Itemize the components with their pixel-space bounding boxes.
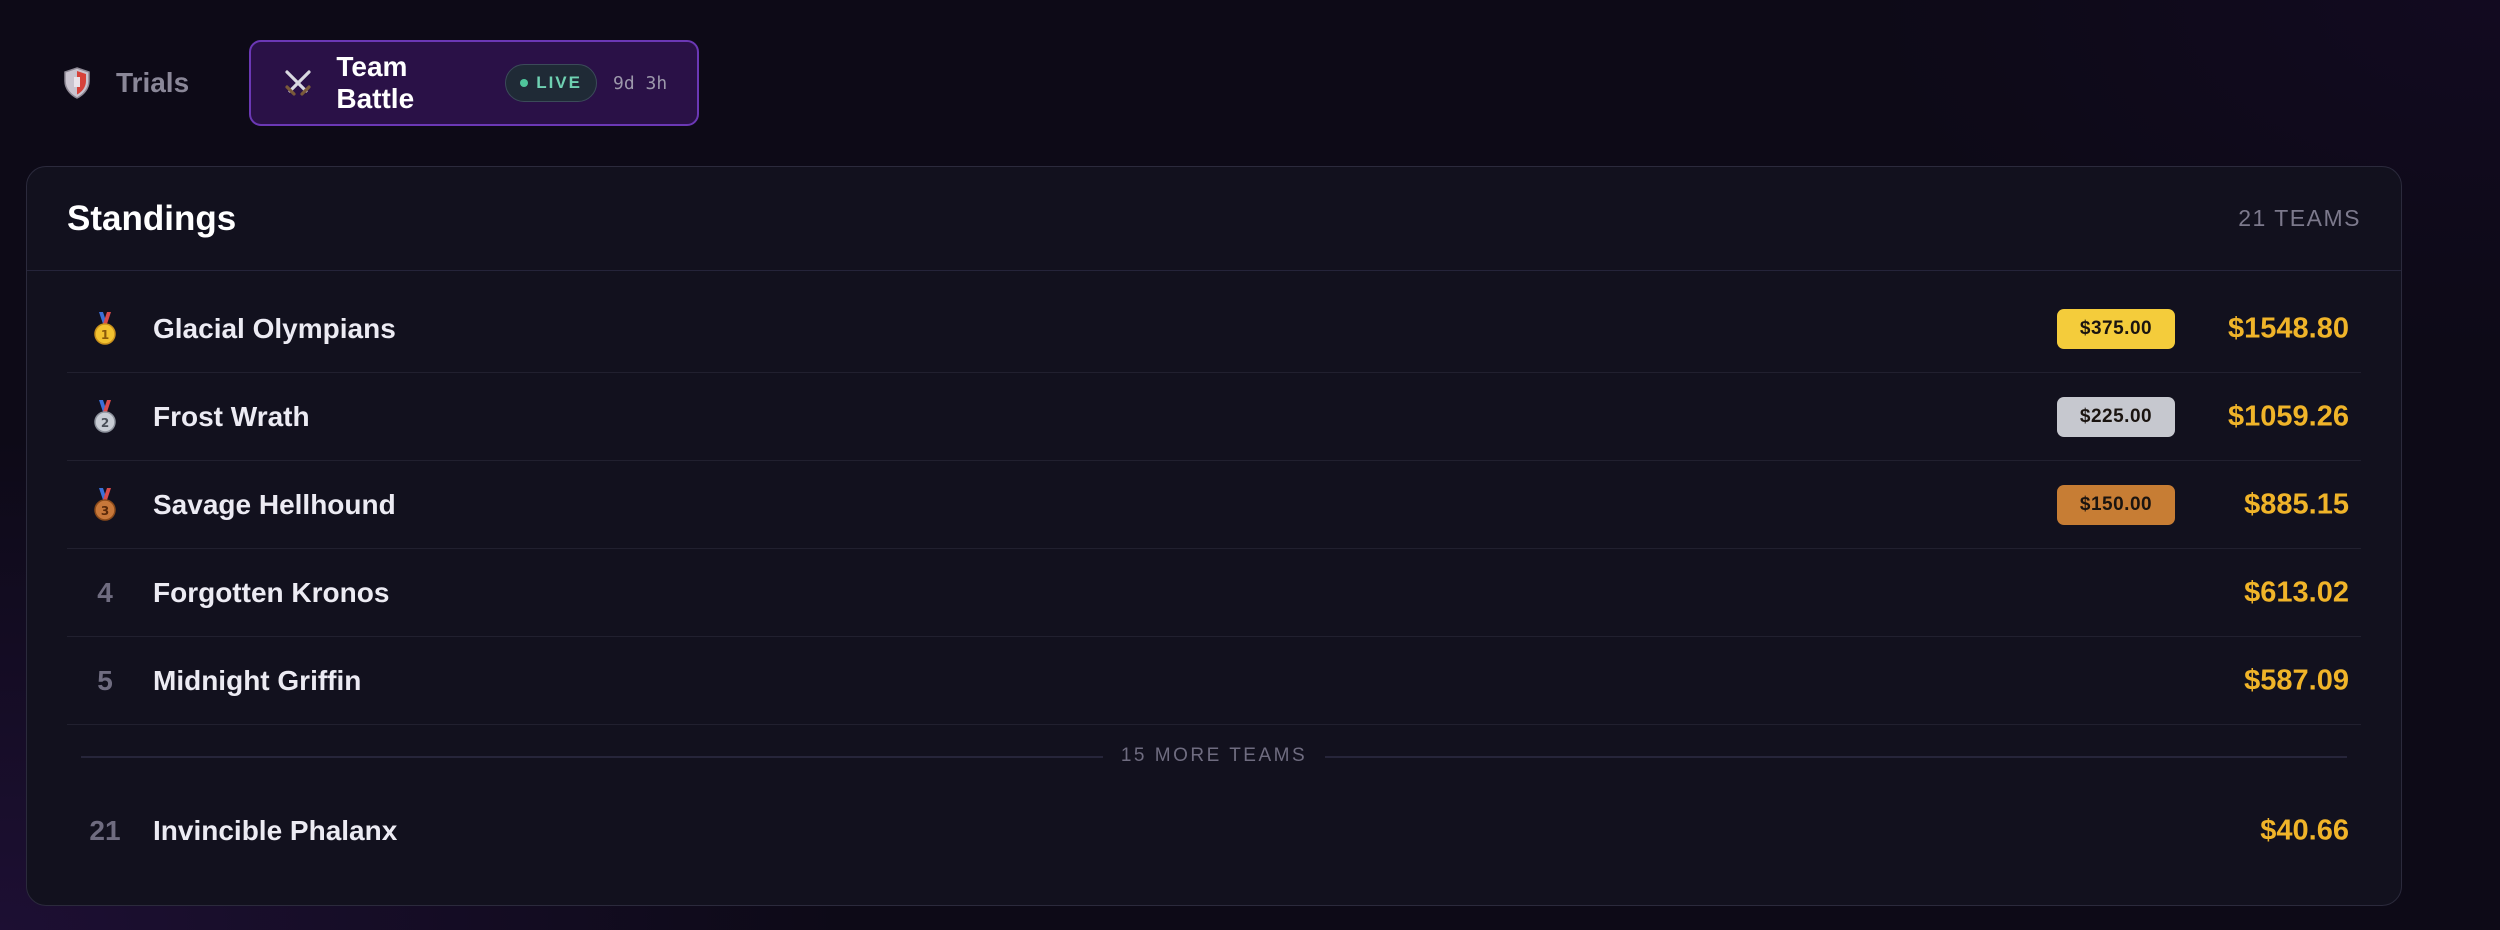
rank-cell: 2 (67, 399, 143, 434)
live-badge: LIVE (505, 64, 597, 102)
bronze-medal-icon: 3 (94, 487, 116, 521)
rank-number: 5 (97, 664, 113, 696)
rank-cell: 1 (67, 311, 143, 346)
standings-card: Standings 21 TEAMS 1 Glacial Olympians $… (26, 166, 2402, 906)
team-name: Invincible Phalanx (153, 815, 398, 846)
tab-trials[interactable]: Trials (40, 40, 209, 126)
table-row[interactable]: 4 Forgotten Kronos $613.02 (67, 549, 2361, 637)
tab-team-battle[interactable]: Team Battle LIVE 9d 3h (249, 40, 700, 126)
tab-team-battle-label: Team Battle (336, 51, 415, 114)
more-teams-label: 15 MORE TEAMS (1102, 745, 1326, 767)
team-amount: $40.66 (2260, 814, 2349, 847)
table-row[interactable]: 21 Invincible Phalanx $40.66 (67, 787, 2361, 875)
table-row[interactable]: 1 Glacial Olympians $375.00 $1548.80 (67, 285, 2361, 373)
team-name: Savage Hellhound (153, 488, 396, 520)
team-name: Forgotten Kronos (153, 576, 390, 608)
crossed-swords-icon (281, 66, 314, 100)
standings-header: Standings 21 TEAMS (27, 167, 2401, 271)
gold-medal-icon: 1 (94, 311, 116, 345)
teams-count: 21 TEAMS (2238, 205, 2361, 231)
prize-badge: $150.00 (2057, 484, 2175, 525)
team-name: Frost Wrath (153, 400, 310, 432)
prize-badge: $375.00 (2057, 308, 2175, 349)
prize-badge: $225.00 (2057, 396, 2175, 437)
more-teams-divider[interactable]: 15 MORE TEAMS (67, 725, 2361, 787)
table-row[interactable]: 2 Frost Wrath $225.00 $1059.26 (67, 373, 2361, 461)
svg-text:3: 3 (101, 504, 109, 518)
table-row[interactable]: 5 Midnight Griffin $587.09 (67, 637, 2361, 725)
svg-text:1: 1 (101, 328, 109, 342)
live-dot-icon (520, 79, 529, 87)
countdown-timer: 9d 3h (612, 72, 668, 94)
svg-text:2: 2 (101, 416, 109, 430)
table-row[interactable]: 3 Savage Hellhound $150.00 $885.15 (67, 461, 2361, 549)
standings-title: Standings (67, 198, 237, 238)
team-amount: $1548.80 (2228, 312, 2349, 344)
team-amount: $613.02 (2244, 576, 2349, 608)
live-badge-label: LIVE (536, 73, 582, 92)
team-name: Glacial Olympians (153, 312, 396, 344)
team-name: Midnight Griffin (153, 664, 362, 696)
rank-cell: 3 (67, 487, 143, 522)
shield-icon (60, 66, 94, 100)
team-amount: $1059.26 (2228, 400, 2349, 432)
mode-tabs: Trials Team Battle LIVE 9d 3h (40, 40, 700, 126)
rank-number: 4 (97, 576, 113, 608)
rank-number: 21 (89, 815, 121, 846)
tab-trials-label: Trials (116, 67, 190, 98)
standings-list: 1 Glacial Olympians $375.00 $1548.80 2 F… (67, 285, 2361, 875)
team-amount: $885.15 (2244, 488, 2349, 520)
silver-medal-icon: 2 (94, 399, 116, 433)
team-amount: $587.09 (2244, 664, 2349, 696)
